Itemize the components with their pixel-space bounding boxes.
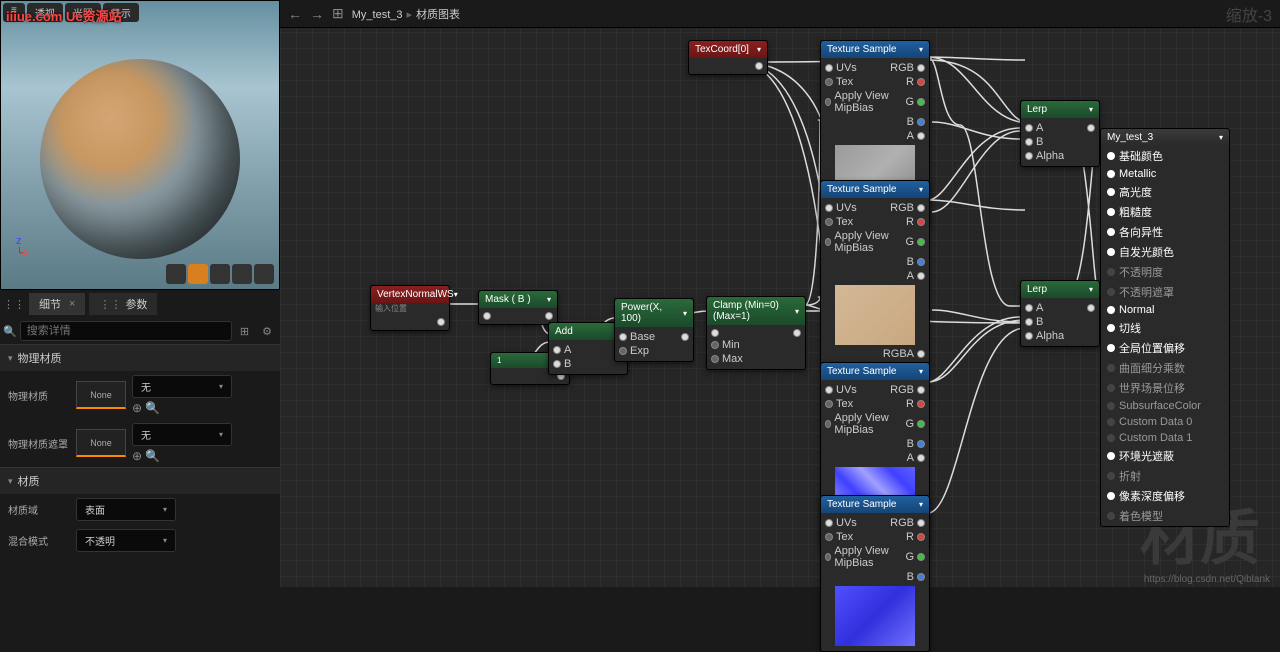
result-pin-3[interactable]: 粗糙度 [1101,202,1229,222]
result-pin-5[interactable]: 自发光颜色 [1101,242,1229,262]
use-selected-icon[interactable]: ⊕ [132,401,142,415]
prop-label-blend: 混合模式 [8,533,68,548]
breadcrumb[interactable]: My_test_3▸材质图表 [352,6,460,22]
dropdown-phys-mask[interactable]: 无 [132,423,232,446]
asset-slot-phys-mask[interactable]: None [76,429,126,457]
nav-forward-icon[interactable]: → [310,6,324,22]
preview-sphere[interactable] [40,59,240,259]
browse-icon[interactable]: 🔍 [145,449,160,463]
result-pin-11[interactable]: 曲面细分乘数 [1101,358,1229,378]
result-pin-8[interactable]: Normal [1101,302,1229,318]
node-power[interactable]: Power(X, 100) Base Exp [614,298,694,362]
graph-toolbar: ← → ⊞ My_test_3▸材质图表 缩放-3 [280,0,1280,28]
settings-icon[interactable]: ⋮⋮ [3,298,25,311]
axis-gizmo: z└x [16,235,29,259]
home-icon[interactable]: ⊞ [332,5,344,22]
material-result-node[interactable]: My_test_3 基础颜色Metallic高光度粗糙度各向异性自发光颜色不透明… [1100,128,1230,527]
node-lerp-2[interactable]: Lerp A B Alpha [1020,280,1100,347]
tab-details[interactable]: 细节 × [29,293,85,315]
result-pin-2[interactable]: 高光度 [1101,182,1229,202]
filter-icon[interactable]: ⊞ [235,325,254,338]
close-icon[interactable]: × [69,298,75,310]
result-pin-10[interactable]: 全局位置偏移 [1101,338,1229,358]
result-pin-1[interactable]: Metallic [1101,166,1229,182]
zoom-level: 缩放-3 [1226,2,1272,26]
section-material[interactable]: 材质 [0,467,280,494]
prop-label-phys-mat: 物理材质 [8,388,68,403]
dropdown-material-domain[interactable]: 表面 [76,498,176,521]
credit-text: https://blog.csdn.net/Qiblank [1144,574,1270,585]
node-texcoord[interactable]: TexCoord[0] [688,40,768,75]
node-texture-sample-2[interactable]: Texture Sample UVsRGB TexR Apply View Mi… [820,180,930,365]
result-pin-19[interactable]: 着色模型 [1101,506,1229,526]
material-preview-viewport[interactable]: iiiue.com Ue资源站 ≡ 透视 光照 显示 z└x [0,0,280,290]
prop-label-phys-mask: 物理材质遮罩 [8,436,68,451]
result-pin-12[interactable]: 世界场景位移 [1101,378,1229,398]
dropdown-blend-mode[interactable]: 不透明 [76,529,176,552]
node-texture-sample-4[interactable]: Texture Sample UVsRGB TexR Apply View Mi… [820,495,930,652]
result-pin-15[interactable]: Custom Data 1 [1101,430,1229,446]
result-pin-9[interactable]: 切线 [1101,318,1229,338]
result-pin-7[interactable]: 不透明遮罩 [1101,282,1229,302]
node-vertexnormalws[interactable]: VertexNormalWS 输入位置 [370,285,450,331]
use-selected-icon[interactable]: ⊕ [132,449,142,463]
search-input[interactable] [20,321,232,341]
viewport-shape-buttons[interactable] [166,264,274,284]
asset-slot-phys-mat[interactable]: None [76,381,126,409]
result-pin-18[interactable]: 像素深度偏移 [1101,486,1229,506]
section-physical-material[interactable]: 物理材质 [0,344,280,371]
node-lerp-1[interactable]: Lerp A B Alpha [1020,100,1100,167]
browse-icon[interactable]: 🔍 [145,401,160,415]
result-pin-14[interactable]: Custom Data 0 [1101,414,1229,430]
settings-gear-icon[interactable]: ⚙ [257,325,277,338]
prop-label-domain: 材质域 [8,502,68,517]
result-pin-16[interactable]: 环境光遮蔽 [1101,446,1229,466]
result-pin-4[interactable]: 各向异性 [1101,222,1229,242]
node-clamp[interactable]: Clamp (Min=0) (Max=1) Min Max [706,296,806,370]
result-pin-17[interactable]: 折射 [1101,466,1229,486]
result-pin-6[interactable]: 不透明度 [1101,262,1229,282]
node-mask[interactable]: Mask ( B ) [478,290,558,325]
nav-back-icon[interactable]: ← [288,6,302,22]
result-pin-13[interactable]: SubsurfaceColor [1101,398,1229,414]
watermark-text: iiiue.com Ue资源站 [6,6,122,25]
tab-params[interactable]: ⋮⋮ 参数 [89,293,157,315]
material-graph-canvas[interactable]: ← → ⊞ My_test_3▸材质图表 缩放-3 [280,0,1280,587]
result-pin-0[interactable]: 基础颜色 [1101,146,1229,166]
dropdown-phys-mat[interactable]: 无 [132,375,232,398]
